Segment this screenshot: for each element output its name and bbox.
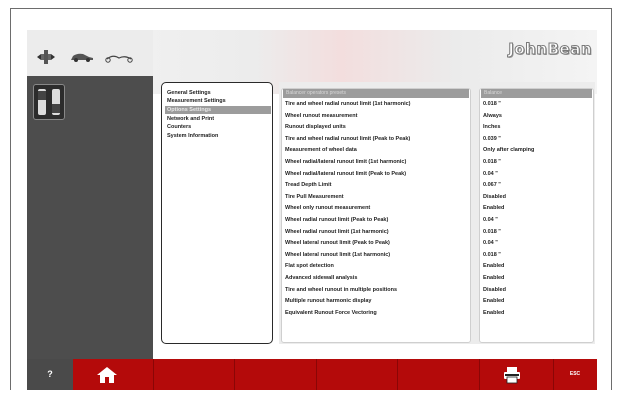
table-row-value[interactable]: 0.04 " [481,170,594,178]
table-row-value[interactable]: 0.039 " [481,135,594,143]
table-row-param[interactable]: Flat spot detection [283,262,471,270]
menu-item-measurement-settings[interactable]: Measurement Settings [165,97,271,105]
table-row-param[interactable]: Advanced sidewall analysis [283,274,471,282]
table-row-param[interactable]: Tire and wheel runout in multiple positi… [283,286,471,294]
table-row-value[interactable]: Enabled [481,309,594,317]
table-row-value[interactable]: Inches [481,123,594,131]
table-row-param[interactable]: Wheel radial runout limit (1st harmonic) [283,228,471,236]
esc-button[interactable]: ESC [553,359,597,390]
menu-item-network-and-print[interactable]: Network and Print [165,115,271,123]
table-row-value[interactable]: Enabled [481,297,594,305]
table-row-param[interactable]: Measurement of wheel data [283,146,471,154]
table-row-param[interactable]: Wheel radial/lateral runout limit (1st h… [283,158,471,166]
table-row-param[interactable]: Tire and wheel radial runout limit (Peak… [283,135,471,143]
table-row-value[interactable]: 0.018 " [481,228,594,236]
table-row-param[interactable]: Tread Depth Limit [283,181,471,189]
menu-item-system-information[interactable]: System Information [165,132,271,140]
car-icon [71,53,93,62]
table-row-value[interactable]: 0.04 " [481,216,594,224]
table-row-param[interactable]: Wheel radial/lateral runout limit (Peak … [283,170,471,178]
wheel-balancer-icon [37,50,55,64]
table-row-value[interactable]: 0.018 " [481,158,594,166]
table-row-param[interactable]: Tire and wheel radial runout limit (1st … [283,100,471,108]
printer-icon[interactable] [503,366,521,384]
table-row-value[interactable]: Only after clamping [481,146,594,154]
table-row-param[interactable]: Wheel lateral runout limit (1st harmonic… [283,251,471,259]
menu-item-counters[interactable]: Counters [165,123,271,131]
motorcycle-icon [105,55,133,63]
table-row-param[interactable]: Runout displayed units [283,123,471,131]
brand-logo: JohnBean [508,40,592,59]
table-row-value[interactable]: Enabled [481,262,594,270]
table-row-value[interactable]: Always [481,112,594,120]
settings-menu: General Settings Measurement Settings Op… [161,82,273,344]
table-row-param[interactable]: Wheel only runout measurement [283,204,471,212]
value-header: Balance [481,89,592,98]
table-row-value[interactable]: 0.018 " [481,100,594,108]
help-button[interactable]: ? [27,359,73,390]
table-row-value[interactable]: 0.067 " [481,181,594,189]
table-row-value[interactable]: 0.018 " [481,251,594,259]
table-row-param[interactable]: Wheel runout measurement [283,112,471,120]
toggle-switch-icon[interactable] [33,84,65,120]
table-row-value[interactable]: Enabled [481,274,594,282]
table-row-param[interactable]: Equivalent Runout Force Vectoring [283,309,471,317]
param-header: Balancer operators presets [283,89,469,98]
menu-item-general-settings[interactable]: General Settings [165,89,271,97]
table-row-param[interactable]: Tire Pull Measurement [283,193,471,201]
home-icon[interactable] [96,366,118,384]
table-row-param[interactable]: Multiple runout harmonic display [283,297,471,305]
table-row-value[interactable]: Enabled [481,204,594,212]
menu-item-options-settings[interactable]: Options Settings [165,106,271,114]
table-row-value[interactable]: Disabled [481,286,594,294]
mode-icons [35,48,145,66]
table-row-value[interactable]: 0.04 " [481,239,594,247]
table-row-param[interactable]: Wheel lateral runout limit (Peak to Peak… [283,239,471,247]
table-row-value[interactable]: Disabled [481,193,594,201]
table-row-param[interactable]: Wheel radial runout limit (Peak to Peak) [283,216,471,224]
